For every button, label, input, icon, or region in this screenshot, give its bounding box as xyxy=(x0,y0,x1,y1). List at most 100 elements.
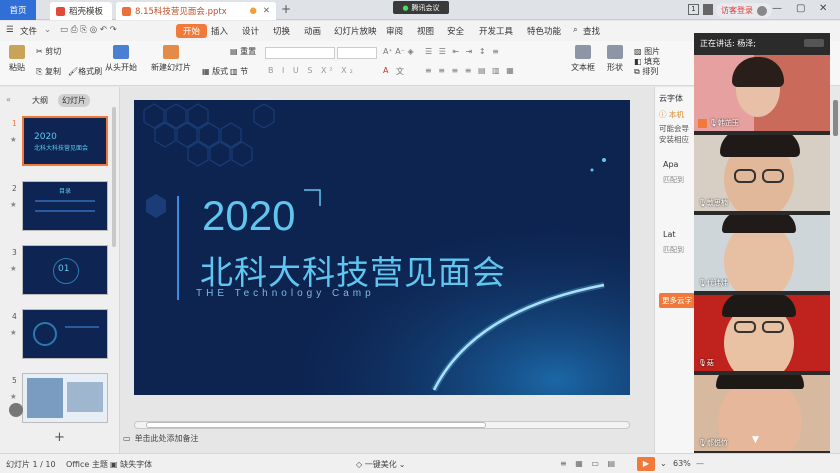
glasses-left xyxy=(734,169,756,183)
missing-font-button[interactable]: ▣ 缺失字体 xyxy=(110,459,152,470)
menu-item-insert[interactable]: 插入 xyxy=(211,25,228,37)
participant-tile-5[interactable]: 🎙 郝悦竹 xyxy=(694,375,830,451)
copy-button[interactable]: ⎘ 复制 xyxy=(36,66,61,77)
new-tab-icon[interactable]: + xyxy=(281,2,291,16)
menu-file[interactable]: 文件 xyxy=(20,25,37,37)
search-icon[interactable]: ⌕ xyxy=(573,25,578,35)
speaking-label: 正在讲话: 杨泽; xyxy=(700,39,756,48)
menu-item-slideshow[interactable]: 幻灯片放映 xyxy=(334,25,377,37)
font-family-select[interactable] xyxy=(265,47,335,59)
menu-item-devtools[interactable]: 开发工具 xyxy=(479,25,513,37)
slide-title[interactable]: 北科大科技营见面会 xyxy=(200,246,506,294)
new-slide-button[interactable]: 新建幻灯片 xyxy=(150,45,192,73)
participant-tile-2[interactable]: 🎙 敦思楠 xyxy=(694,135,830,211)
close-window-icon[interactable]: ✕ xyxy=(819,3,827,14)
zoom-out-icon[interactable]: — xyxy=(696,459,704,468)
beautify-button[interactable]: ◇ 一键美化 ⌄ xyxy=(356,459,405,470)
star-icon: ★ xyxy=(10,135,17,144)
thumbnail-scrollbar[interactable] xyxy=(112,107,116,247)
participant-hair xyxy=(722,295,796,317)
alignment-icons[interactable]: ≡ ≡ ≡ ≡ ▤ ▥ ▦ xyxy=(425,66,516,75)
warning-icon: ⓘ xyxy=(659,110,669,119)
search-button[interactable]: 查找 xyxy=(583,25,600,37)
fill-icon: ◧ xyxy=(634,57,645,66)
slide-thumbnail-2[interactable]: 目录 xyxy=(22,181,108,231)
skin-icon[interactable] xyxy=(703,4,713,15)
tab-slides[interactable]: 幻灯片 xyxy=(58,94,90,107)
slide-thumbnail-5[interactable] xyxy=(22,373,108,423)
hamburger-icon[interactable]: ☰ xyxy=(6,25,14,35)
meeting-indicator[interactable]: ● 腾讯会议 xyxy=(393,1,449,14)
menu-item-transition[interactable]: 切换 xyxy=(273,25,290,37)
zoom-level[interactable]: 63% xyxy=(673,459,691,468)
dropdown-arrow-icon[interactable]: ⌄ xyxy=(44,25,51,35)
menu-item-features[interactable]: 特色功能 xyxy=(527,25,561,37)
slide-thumbnail-1[interactable]: 2020 北科大科技营见面会 xyxy=(22,116,108,166)
view-mode-icons[interactable]: ≡ ▦ ▭ ▤ xyxy=(560,459,618,468)
tab-document[interactable]: 8.15科技营见面会.pptx ● ✕ xyxy=(116,2,276,20)
horizontal-scrollbar[interactable] xyxy=(134,421,630,429)
collapse-panel-icon[interactable]: « xyxy=(6,95,11,104)
menu-item-review[interactable]: 审阅 xyxy=(386,25,403,37)
font-format-buttons[interactable]: B I U S X² X₂ xyxy=(268,66,356,75)
participant-tile-1[interactable]: 🎙 韩芷玉 xyxy=(694,55,830,131)
unsaved-dot-icon: ● xyxy=(249,6,257,16)
add-slide-button[interactable]: + xyxy=(54,430,65,445)
quick-access-icons[interactable]: ▭ ⎙ ⎘ ◎ ↶ ↷ xyxy=(60,25,117,35)
font-item-2[interactable]: Lat xyxy=(663,230,676,239)
layout-label: 版式 xyxy=(212,67,229,76)
tab-home[interactable]: 首页 xyxy=(0,0,36,20)
slide-thumbnail-panel: « 大纲 幻灯片 1 ★ 2020 北科大科技营见面会 2 ★ 目录 3 ★ 0… xyxy=(0,87,120,453)
font-grow-icons[interactable]: A⁺ A⁻ ◈ xyxy=(383,47,414,56)
menu-item-start[interactable]: 开始 xyxy=(176,24,208,38)
dropdown-arrow-icon: ⌄ xyxy=(398,460,406,469)
paragraph-list-icons[interactable]: ☰ ☰ ⇤ ⇥ ↕ ≡ xyxy=(425,47,501,56)
participant-tile-3[interactable]: 🎙 代玮炜 xyxy=(694,215,830,291)
side-handle[interactable] xyxy=(833,100,838,136)
menu-item-security[interactable]: 安全 xyxy=(447,25,464,37)
docer-icon xyxy=(56,6,65,16)
text-effects-icon[interactable]: 文 xyxy=(396,66,404,77)
maximize-icon[interactable]: ▢ xyxy=(796,3,805,14)
arrange-button[interactable]: ⧉ 排列 xyxy=(634,66,658,77)
font-size-select[interactable] xyxy=(337,47,377,59)
shape-button[interactable]: 形状 xyxy=(602,45,628,73)
play-slideshow-button[interactable]: ▶ xyxy=(637,457,655,471)
scroll-down-icon[interactable]: ▼ xyxy=(752,435,759,445)
slide-year[interactable]: 2020 xyxy=(202,192,295,240)
textbox-button[interactable]: 文本框 xyxy=(570,45,596,73)
menu-item-design[interactable]: 设计 xyxy=(242,25,259,37)
section-button[interactable]: ▥ 节 xyxy=(230,66,248,77)
current-slide[interactable]: 2020 北科大科技营见面会 THE Technology Camp xyxy=(134,100,630,395)
menu-item-view[interactable]: 视图 xyxy=(417,25,434,37)
pptx-file-icon xyxy=(122,6,131,16)
paste-button[interactable]: 粘贴 xyxy=(6,45,28,73)
notes-bar[interactable]: ▭ 单击此处添加备注 xyxy=(123,433,199,444)
format-painter-button[interactable]: 🖌格式刷 xyxy=(68,66,102,77)
participant-tile-4[interactable]: 🎙 菇 xyxy=(694,295,830,371)
avatar xyxy=(757,5,767,16)
tab-outline[interactable]: 大纲 xyxy=(32,95,48,106)
tab-template[interactable]: 稻壳模板 xyxy=(50,2,112,20)
login-button[interactable]: 访客登录 xyxy=(716,3,772,18)
menu-item-animation[interactable]: 动画 xyxy=(304,25,321,37)
play-icon xyxy=(113,45,129,59)
close-tab-icon[interactable]: ✕ xyxy=(263,6,270,16)
participant-name-text: 代玮炜 xyxy=(706,279,728,287)
assistant-icon[interactable] xyxy=(9,403,23,417)
more-cloud-fonts-button[interactable]: 更多云字 xyxy=(659,293,695,308)
scroll-thumb[interactable] xyxy=(146,422,486,428)
cut-button[interactable]: ✂ 剪切 xyxy=(36,46,61,57)
font-color-icon[interactable]: A xyxy=(383,66,388,75)
slide-subtitle[interactable]: THE Technology Camp xyxy=(196,288,375,299)
font-item-1[interactable]: Apa xyxy=(663,160,678,169)
minimize-icon[interactable]: — xyxy=(772,3,782,14)
reset-button[interactable]: ▤ 重置 xyxy=(230,46,256,57)
zoom-dropdown-icon[interactable]: ⌄ xyxy=(660,459,667,468)
slide-thumbnail-3[interactable]: 01 xyxy=(22,245,108,295)
window-count-icon[interactable]: 1 xyxy=(688,4,699,15)
slide-thumbnail-4[interactable] xyxy=(22,309,108,359)
play-from-start-button[interactable]: 从头开始 xyxy=(103,45,139,73)
layout-button[interactable]: ▦ 版式 xyxy=(202,66,228,77)
thumb-photo xyxy=(27,378,63,418)
